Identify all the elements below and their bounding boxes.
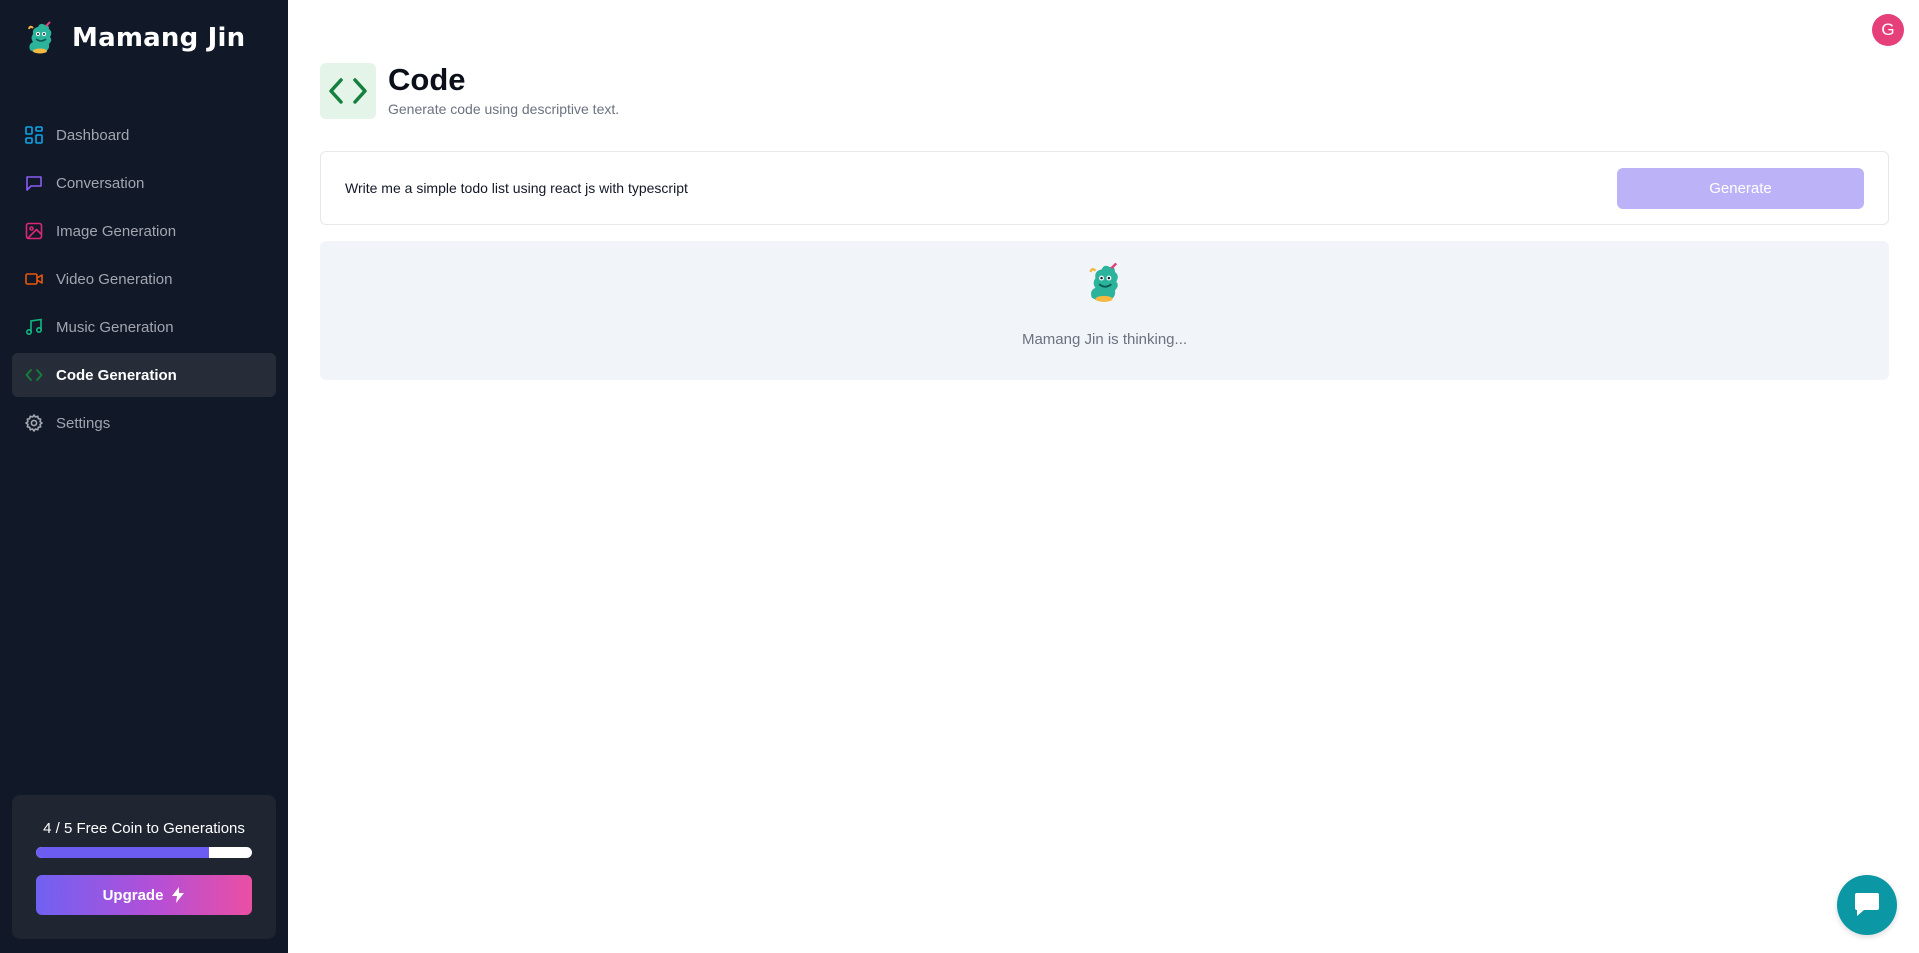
sidebar: Mamang Jin Dashboard Conversation Image …: [0, 0, 288, 953]
page-title: Code: [388, 62, 466, 97]
sidebar-item-label: Settings: [56, 414, 111, 432]
genie-mascot-icon: [1089, 262, 1118, 302]
video-icon: [24, 269, 44, 289]
free-coin-progress: [36, 847, 252, 858]
brand[interactable]: Mamang Jin: [24, 20, 245, 56]
genie-mascot-icon: [28, 21, 52, 54]
sidebar-item-dashboard[interactable]: Dashboard: [12, 113, 276, 157]
page-icon: [320, 63, 376, 119]
code-icon: [329, 78, 367, 104]
sidebar-item-video-generation[interactable]: Video Generation: [12, 257, 276, 301]
chat-bubble-icon: [24, 173, 44, 193]
lightning-icon: [172, 887, 185, 903]
sidebar-item-label: Music Generation: [56, 318, 174, 336]
image-icon: [24, 221, 44, 241]
sidebar-item-label: Video Generation: [56, 270, 173, 288]
avatar[interactable]: G: [1872, 14, 1904, 46]
free-coin-card: 4 / 5 Free Coin to Generations Upgrade: [12, 795, 276, 939]
sidebar-nav: Dashboard Conversation Image Generation …: [12, 113, 276, 449]
loading-panel: Mamang Jin is thinking...: [320, 241, 1889, 380]
generate-button[interactable]: Generate: [1617, 168, 1864, 209]
upgrade-button[interactable]: Upgrade: [36, 875, 252, 915]
gear-icon: [24, 413, 44, 433]
sidebar-item-label: Image Generation: [56, 222, 177, 240]
sidebar-item-music-generation[interactable]: Music Generation: [12, 305, 276, 349]
dashboard-icon: [24, 125, 44, 145]
sidebar-item-image-generation[interactable]: Image Generation: [12, 209, 276, 253]
sidebar-item-label: Conversation: [56, 174, 145, 192]
thinking-text: Mamang Jin is thinking...: [1021, 331, 1188, 348]
sidebar-item-label: Code Generation: [56, 366, 177, 384]
sidebar-item-code-generation[interactable]: Code Generation: [12, 353, 276, 397]
free-coin-progress-fill: [36, 847, 209, 858]
sidebar-item-label: Dashboard: [56, 126, 130, 144]
sidebar-item-settings[interactable]: Settings: [12, 401, 276, 445]
brand-name: Mamang Jin: [72, 23, 246, 53]
upgrade-label: Upgrade: [102, 886, 164, 904]
code-icon: [24, 365, 44, 385]
page-subtitle: Generate code using descriptive text.: [388, 101, 620, 117]
free-coin-text: 4 / 5 Free Coin to Generations: [43, 820, 245, 837]
chat-support-icon: [1855, 893, 1879, 916]
sidebar-item-conversation[interactable]: Conversation: [12, 161, 276, 205]
prompt-form: Generate: [320, 151, 1889, 225]
prompt-input[interactable]: [345, 173, 1595, 203]
chat-support-button[interactable]: [1837, 875, 1897, 935]
music-icon: [24, 317, 44, 337]
avatar-initial: G: [1881, 20, 1895, 39]
